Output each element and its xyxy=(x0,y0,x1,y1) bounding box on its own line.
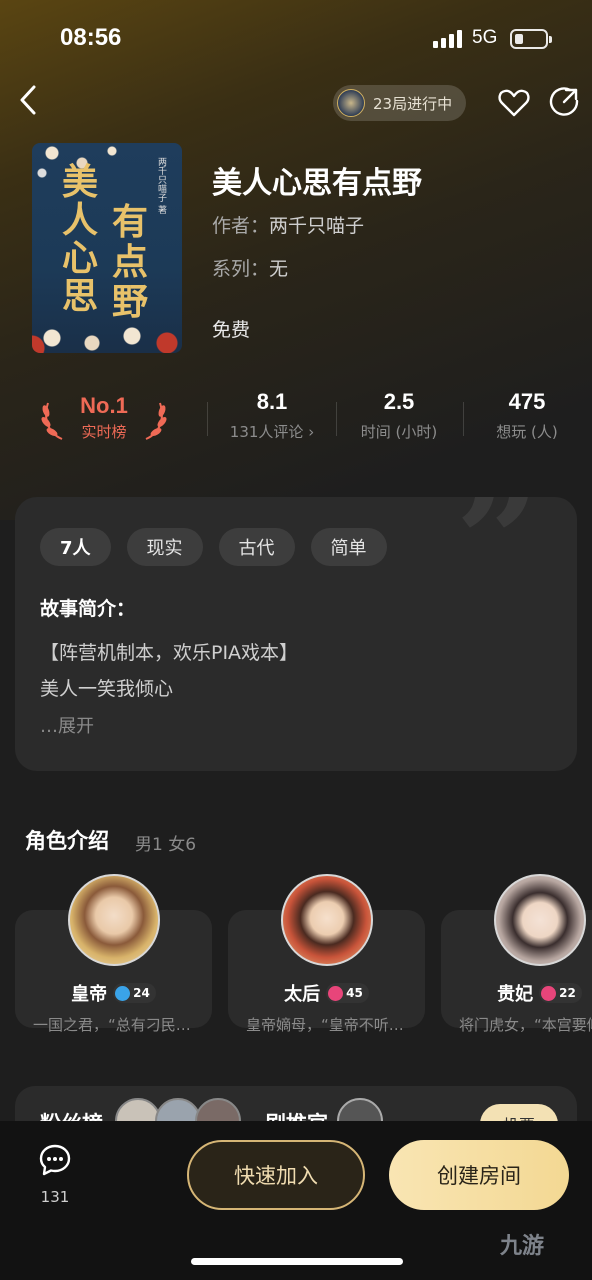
want-value: 475 xyxy=(508,389,546,414)
intro-card: ” 7人 现实 古代 简单 故事简介： 【阵营机制本，欢乐PIA戏本】 美人一笑… xyxy=(15,497,577,771)
rating-stat[interactable]: 8.1 131人评论 › xyxy=(212,389,332,442)
signal-icon xyxy=(433,30,462,48)
book-title: 美人心思有点野 xyxy=(212,166,422,201)
want-label: 想玩 (人) xyxy=(496,423,558,441)
male-icon xyxy=(115,985,131,1001)
playing-label: 23局进行中 xyxy=(373,94,453,113)
role-desc: 皇帝嫡母，“皇帝不听… xyxy=(246,1016,404,1034)
price-label: 免费 xyxy=(212,319,251,341)
expand-link[interactable]: …展开 xyxy=(40,712,94,738)
battery-icon xyxy=(510,29,552,49)
intro-line: 美人一笑我倾心 xyxy=(40,678,174,700)
tag-players[interactable]: 7人 xyxy=(40,528,111,566)
network-label: 5G xyxy=(472,27,498,48)
playing-rooms-pill[interactable]: 23局进行中 xyxy=(333,85,467,121)
time-value: 2.5 xyxy=(383,389,415,414)
role-title-row: 皇帝 24 xyxy=(15,980,212,1006)
role-name: 太后 xyxy=(284,984,321,1005)
role-count: 24 xyxy=(133,986,150,1000)
cover-char: 有 xyxy=(112,201,149,243)
tag-era[interactable]: 古代 xyxy=(218,528,295,566)
role-name: 皇帝 xyxy=(71,984,108,1005)
role-count-badge: 45 xyxy=(326,983,369,1003)
author-row: 作者：两千只喵子 xyxy=(212,211,364,238)
female-icon xyxy=(328,985,344,1001)
book-cover: 两千只喵子 著 美 人 心 思 有 点 野 xyxy=(32,143,182,353)
tag-genre[interactable]: 现实 xyxy=(126,528,203,566)
share-icon[interactable] xyxy=(548,86,580,118)
time-label: 时间 (小时) xyxy=(360,423,438,441)
author-name[interactable]: 两千只喵子 xyxy=(269,215,364,237)
role-desc: 一国之君，“总有刁民… xyxy=(33,1016,191,1034)
role-avatar-consort[interactable] xyxy=(494,874,586,966)
quick-join-button[interactable]: 快速加入 xyxy=(187,1140,365,1210)
role-desc: 将门虎女，“本宫要倾 xyxy=(459,1016,592,1034)
tag-difficulty[interactable]: 简单 xyxy=(310,528,387,566)
tag-list: 7人 现实 古代 简单 xyxy=(40,528,387,566)
cover-char: 心 xyxy=(62,237,99,279)
chat-count: 131 xyxy=(40,1188,70,1206)
roles-title: 角色介绍 xyxy=(25,829,109,853)
quote-icon: ” xyxy=(455,497,542,630)
role-count: 45 xyxy=(346,986,363,1000)
role-count-badge: 22 xyxy=(539,983,582,1003)
home-indicator xyxy=(191,1258,403,1265)
author-key: 作者： xyxy=(212,215,270,237)
role-count: 22 xyxy=(559,986,576,1000)
chat-bubble-icon[interactable] xyxy=(38,1143,72,1177)
cover-char: 人 xyxy=(62,199,99,241)
stat-divider xyxy=(336,402,337,436)
create-room-button[interactable]: 创建房间 xyxy=(389,1140,569,1210)
laurel-right-icon xyxy=(145,402,167,440)
role-title-row: 贵妃 22 xyxy=(441,980,592,1006)
cover-char: 点 xyxy=(112,241,149,283)
series-value: 无 xyxy=(269,258,289,280)
status-time: 08:56 xyxy=(60,24,122,51)
female-icon xyxy=(541,985,557,1001)
time-stat: 2.5 时间 (小时) xyxy=(339,389,459,442)
stat-divider xyxy=(207,402,208,436)
script-avatar-icon xyxy=(337,89,365,117)
intro-line: 【阵营机制本，欢乐PIA戏本】 xyxy=(40,642,299,664)
back-arrow-icon[interactable] xyxy=(14,82,44,118)
role-title-row: 太后 45 xyxy=(228,980,425,1006)
intro-heading: 故事简介： xyxy=(40,598,136,620)
heart-icon[interactable] xyxy=(497,86,531,120)
cover-char: 美 xyxy=(62,161,99,203)
role-name: 贵妃 xyxy=(497,984,534,1005)
cover-flowers-bottom xyxy=(32,308,182,353)
series-row: 系列：无 xyxy=(212,254,288,281)
series-key: 系列： xyxy=(212,258,270,280)
rating-label: 131人评论 › xyxy=(229,423,315,441)
role-avatar-empress-dowager[interactable] xyxy=(281,874,373,966)
cover-title: 美 人 心 思 有 点 野 xyxy=(62,163,182,323)
want-stat: 475 想玩 (人) xyxy=(467,389,587,442)
laurel-left-icon xyxy=(41,402,63,440)
watermark-logo: 九游 xyxy=(500,1234,545,1259)
role-avatar-emperor[interactable] xyxy=(68,874,160,966)
role-count-badge: 24 xyxy=(113,983,156,1003)
roles-gender-count: 男1 女6 xyxy=(135,835,197,855)
stat-divider xyxy=(463,402,464,436)
rating-value: 8.1 xyxy=(256,389,288,414)
rank-badge[interactable]: No.1 实时榜 xyxy=(40,393,168,453)
